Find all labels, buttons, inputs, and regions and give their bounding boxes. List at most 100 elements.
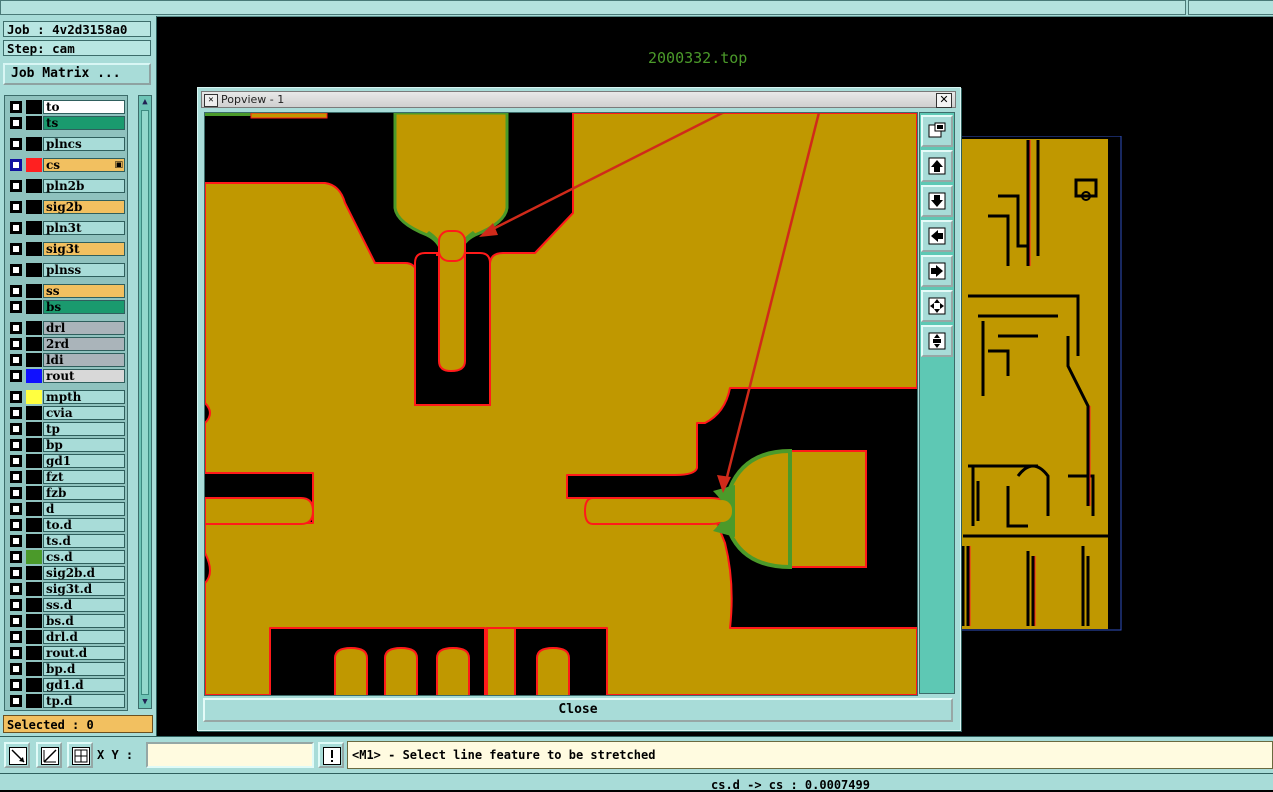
layer-checkbox[interactable]	[10, 243, 22, 255]
layer-color-swatch[interactable]	[26, 550, 42, 564]
layer-name[interactable]: sig3t.d	[43, 582, 125, 596]
layer-checkbox[interactable]	[10, 599, 22, 611]
layer-color-swatch[interactable]	[26, 534, 42, 548]
layer-row[interactable]: mpth	[7, 390, 126, 404]
layer-color-swatch[interactable]	[26, 116, 42, 130]
layer-checkbox[interactable]	[10, 487, 22, 499]
zoom-window-icon[interactable]	[921, 115, 953, 147]
layer-checkbox[interactable]	[10, 439, 22, 451]
layer-color-swatch[interactable]	[26, 158, 42, 172]
snap-grid-icon[interactable]	[67, 742, 93, 768]
layer-color-swatch[interactable]	[26, 614, 42, 628]
layer-row[interactable]: bp	[7, 438, 126, 452]
layer-name[interactable]: ts	[43, 116, 125, 130]
layer-row[interactable]: d	[7, 502, 126, 516]
layer-color-swatch[interactable]	[26, 694, 42, 708]
layer-name[interactable]: tp.d	[43, 694, 125, 708]
execute-icon[interactable]	[318, 742, 344, 768]
scroll-up-icon[interactable]: ▲	[140, 97, 150, 107]
layer-checkbox[interactable]	[10, 551, 22, 563]
pan-right-icon[interactable]	[921, 255, 953, 287]
layer-color-swatch[interactable]	[26, 454, 42, 468]
layer-row[interactable]: drl	[7, 321, 126, 335]
layer-color-swatch[interactable]	[26, 630, 42, 644]
layer-checkbox[interactable]	[10, 615, 22, 627]
layer-row[interactable]: drl.d	[7, 630, 126, 644]
layer-row[interactable]: tp	[7, 422, 126, 436]
layer-name[interactable]: ss	[43, 284, 125, 298]
layer-row[interactable]: pln3t	[7, 221, 126, 235]
xy-input[interactable]	[146, 742, 314, 768]
popview-canvas[interactable]	[204, 112, 918, 696]
layer-color-swatch[interactable]	[26, 263, 42, 277]
layer-color-swatch[interactable]	[26, 221, 42, 235]
layer-color-swatch[interactable]	[26, 486, 42, 500]
layer-row[interactable]: ss.d	[7, 598, 126, 612]
layer-checkbox[interactable]	[10, 338, 22, 350]
layer-checkbox[interactable]	[10, 117, 22, 129]
layer-name[interactable]: sig2b.d	[43, 566, 125, 580]
scroll-down-icon[interactable]: ▼	[140, 697, 150, 707]
layer-name[interactable]: cs ▣	[43, 158, 125, 172]
measure-tool-icon[interactable]	[36, 742, 62, 768]
layer-color-swatch[interactable]	[26, 179, 42, 193]
layer-checkbox[interactable]	[10, 535, 22, 547]
layer-row[interactable]: bs.d	[7, 614, 126, 628]
layer-row[interactable]: sig3t	[7, 242, 126, 256]
layer-color-swatch[interactable]	[26, 422, 42, 436]
layer-color-swatch[interactable]	[26, 646, 42, 660]
layer-color-swatch[interactable]	[26, 406, 42, 420]
layer-row[interactable]: bs	[7, 300, 126, 314]
layer-color-swatch[interactable]	[26, 100, 42, 114]
layer-row[interactable]: ss	[7, 284, 126, 298]
layer-color-swatch[interactable]	[26, 337, 42, 351]
layer-checkbox[interactable]	[10, 471, 22, 483]
layer-color-swatch[interactable]	[26, 470, 42, 484]
layer-row[interactable]: plnss	[7, 263, 126, 277]
layer-row[interactable]: ts	[7, 116, 126, 130]
layer-row[interactable]: bp.d	[7, 662, 126, 676]
layer-checkbox[interactable]	[10, 159, 22, 171]
layer-checkbox[interactable]	[10, 679, 22, 691]
layer-row[interactable]: 2rd	[7, 337, 126, 351]
layer-name[interactable]: cvia	[43, 406, 125, 420]
layer-name[interactable]: plncs	[43, 137, 125, 151]
layer-color-swatch[interactable]	[26, 582, 42, 596]
layer-row[interactable]: fzb	[7, 486, 126, 500]
layer-checkbox[interactable]	[10, 322, 22, 334]
layer-name[interactable]: sig3t	[43, 242, 125, 256]
layer-color-swatch[interactable]	[26, 662, 42, 676]
pan-left-icon[interactable]	[921, 220, 953, 252]
layer-row[interactable]: sig3t.d	[7, 582, 126, 596]
layer-row[interactable]: cs.d	[7, 550, 126, 564]
zoom-fit-icon[interactable]	[921, 290, 953, 322]
layer-checkbox[interactable]	[10, 503, 22, 515]
layer-name[interactable]: rout.d	[43, 646, 125, 660]
layer-color-swatch[interactable]	[26, 678, 42, 692]
layer-name[interactable]: tp	[43, 422, 125, 436]
layer-checkbox[interactable]	[10, 631, 22, 643]
zoom-center-icon[interactable]	[921, 325, 953, 357]
layer-row[interactable]: pln2b	[7, 179, 126, 193]
layer-checkbox[interactable]	[10, 423, 22, 435]
layer-color-swatch[interactable]	[26, 353, 42, 367]
layer-list-scrollbar[interactable]: ▲ ▼	[138, 95, 152, 709]
layer-name[interactable]: to.d	[43, 518, 125, 532]
layer-row[interactable]: ts.d	[7, 534, 126, 548]
layer-row[interactable]: gd1	[7, 454, 126, 468]
layer-color-swatch[interactable]	[26, 321, 42, 335]
pan-up-icon[interactable]	[921, 150, 953, 182]
layer-name[interactable]: pln2b	[43, 179, 125, 193]
window-menu-icon[interactable]: ✕	[204, 94, 218, 107]
stretch-tool-icon[interactable]	[4, 742, 30, 768]
layer-name[interactable]: drl	[43, 321, 125, 335]
layer-color-swatch[interactable]	[26, 300, 42, 314]
layer-color-swatch[interactable]	[26, 598, 42, 612]
layer-checkbox[interactable]	[10, 647, 22, 659]
layer-name[interactable]: rout	[43, 369, 125, 383]
layer-name[interactable]: to	[43, 100, 125, 114]
layer-checkbox[interactable]	[10, 407, 22, 419]
layer-name[interactable]: d	[43, 502, 125, 516]
layer-name[interactable]: bp.d	[43, 662, 125, 676]
layer-row[interactable]: cvia	[7, 406, 126, 420]
